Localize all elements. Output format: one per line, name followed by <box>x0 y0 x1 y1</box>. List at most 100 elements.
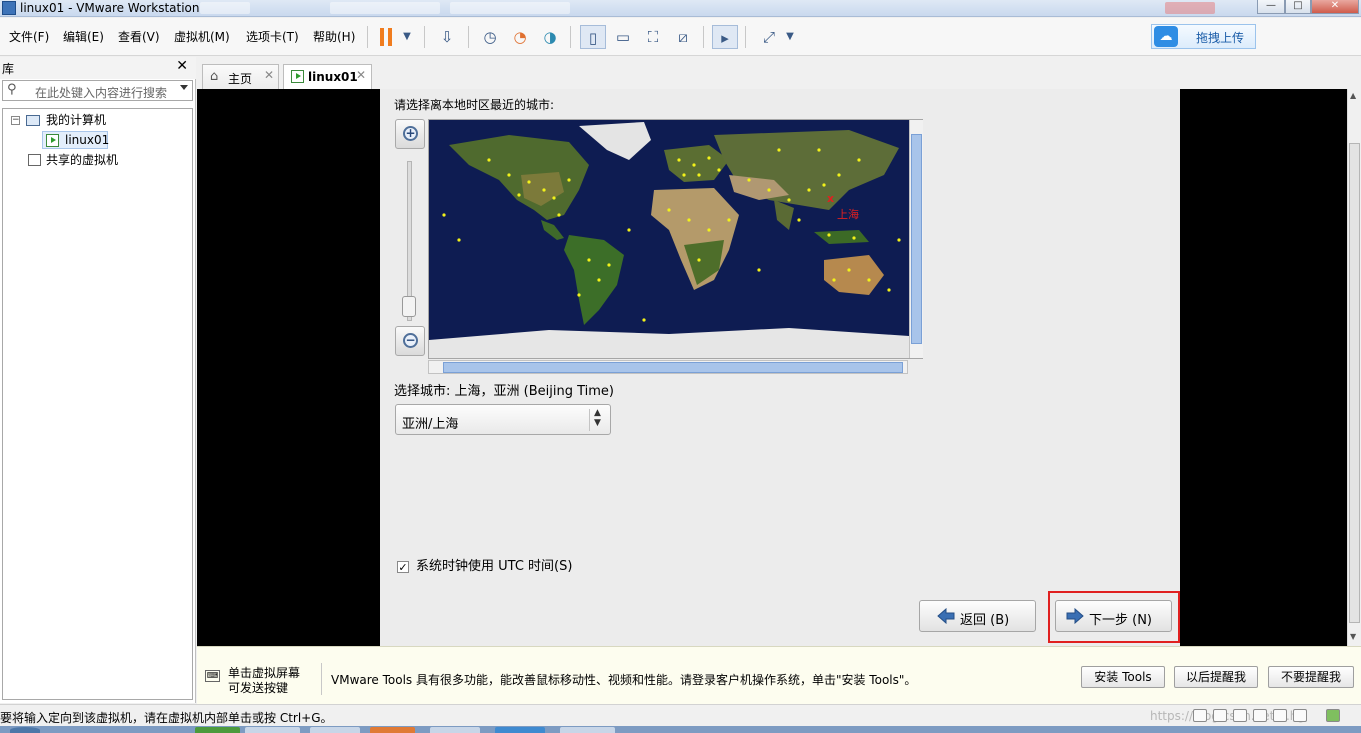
vm-vscroll-thumb[interactable] <box>1349 143 1360 623</box>
taskbar-app[interactable] <box>310 727 360 733</box>
back-button[interactable]: 返回 (B) <box>919 600 1036 632</box>
map-horizontal-scrollbar[interactable] <box>428 360 908 374</box>
menu-tabs[interactable]: 选项卡(T) <box>246 28 299 45</box>
search-dropdown-icon[interactable] <box>180 85 188 90</box>
network-icon[interactable] <box>1233 709 1247 722</box>
taskbar-app[interactable] <box>430 727 480 733</box>
map-vscroll-thumb[interactable] <box>911 134 922 344</box>
send-ctrl-alt-del-icon[interactable]: ⇩ <box>434 25 460 49</box>
taskbar-app[interactable] <box>560 727 615 733</box>
combo-separator <box>589 409 590 431</box>
cdrom-icon[interactable] <box>1213 709 1227 722</box>
background-tab-ghost <box>200 2 250 14</box>
library-header: 库 ✕ <box>0 57 196 79</box>
vmware-tools-hint-bar: ⌨ 单击虚拟屏幕 可发送按键 VMware Tools 具有很多功能，能改善鼠标… <box>197 646 1361 704</box>
menu-file[interactable]: 文件(F) <box>9 28 49 45</box>
minimize-button[interactable]: — <box>1257 0 1285 14</box>
zoom-out-button[interactable]: − <box>395 326 425 356</box>
map-vertical-scrollbar[interactable] <box>909 120 923 358</box>
zoom-in-button[interactable]: + <box>395 119 425 149</box>
library-title: 库 <box>2 62 15 76</box>
background-tab-ghost <box>450 2 570 14</box>
map-zoom-controls: + − <box>394 119 426 359</box>
menu-help[interactable]: 帮助(H) <box>313 28 355 45</box>
remind-later-button[interactable]: 以后提醒我 <box>1174 666 1258 688</box>
toolbar-separator <box>703 26 704 48</box>
arrow-left-icon <box>937 608 955 624</box>
tree-item-shared-vms[interactable]: 共享的虚拟机 <box>46 152 118 168</box>
utc-checkbox[interactable]: ✓ 系统时钟使用 UTC 时间(S) <box>397 555 572 574</box>
scroll-down-icon[interactable]: ▼ <box>1350 632 1356 641</box>
tree-item-linux01[interactable]: linux01 <box>65 132 109 148</box>
os-taskbar <box>0 726 1361 733</box>
library-close-button[interactable]: ✕ <box>176 58 188 74</box>
world-map[interactable]: x 上海 <box>428 119 923 359</box>
shared-vms-icon <box>28 154 41 166</box>
vm-display[interactable]: 请选择离本地时区最近的城市: + − x 上海 选择城市: 上海，亚洲 (Bei… <box>197 89 1347 646</box>
tab-linux01[interactable]: linux01 ✕ <box>283 64 372 90</box>
upload-label: 拖拽上传 <box>1196 31 1245 45</box>
utc-label: 系统时钟使用 UTC 时间(S) <box>416 559 573 574</box>
upload-button[interactable]: ☁ 拖拽上传 <box>1151 24 1256 49</box>
status-text: 要将输入定向到该虚拟机，请在虚拟机内部单击或按 Ctrl+G。 <box>0 711 333 725</box>
tab-home-label: 主页 <box>228 72 253 86</box>
unity-icon[interactable]: ⧄ <box>670 25 696 49</box>
installer-screen[interactable]: 请选择离本地时区最近的城市: + − x 上海 选择城市: 上海，亚洲 (Bei… <box>380 89 1180 646</box>
timezone-value: 亚洲/上海 <box>402 417 459 432</box>
never-remind-button[interactable]: 不要提醒我 <box>1268 666 1354 688</box>
pause-dropdown-icon[interactable]: ▼ <box>398 25 416 49</box>
tools-message: VMware Tools 具有很多功能，能改善鼠标移动性、视频和性能。请登录客户… <box>331 673 917 687</box>
pause-icon[interactable] <box>380 28 392 46</box>
checkbox-checked-icon[interactable]: ✓ <box>397 561 409 573</box>
snapshot-icon[interactable]: ◷ <box>477 25 503 49</box>
vm-icon <box>46 134 59 147</box>
start-button-icon[interactable] <box>10 727 40 733</box>
taskbar-app[interactable] <box>370 727 415 733</box>
collapse-toggle-icon[interactable]: − <box>11 116 20 125</box>
console-view-icon[interactable]: ▸ <box>712 25 738 49</box>
taskbar-app[interactable] <box>245 727 300 733</box>
show-library-icon[interactable]: ▯ <box>580 25 606 49</box>
stretch-guest-icon[interactable]: ⤢ <box>756 25 782 49</box>
display-icon[interactable] <box>1326 709 1340 722</box>
menu-view[interactable]: 查看(V) <box>118 28 160 45</box>
vmware-app-icon <box>2 1 16 15</box>
printer-icon[interactable] <box>1293 709 1307 722</box>
tab-home[interactable]: ⌂ 主页 ✕ <box>202 64 279 89</box>
map-hscroll-thumb[interactable] <box>443 362 903 373</box>
install-tools-button[interactable]: 安装 Tools <box>1081 666 1165 688</box>
highlight-annotation <box>1048 591 1180 643</box>
taskbar-app[interactable] <box>495 727 545 733</box>
tab-linux01-label: linux01 <box>308 70 358 84</box>
computer-icon <box>26 115 40 126</box>
tab-home-close-icon[interactable]: ✕ <box>264 68 274 82</box>
revert-snapshot-icon[interactable]: ◔ <box>507 25 533 49</box>
thumbnail-bar-icon[interactable]: ▭ <box>610 25 636 49</box>
scroll-up-icon[interactable]: ▲ <box>1350 91 1356 100</box>
menu-vm[interactable]: 虚拟机(M) <box>174 28 230 45</box>
vm-vertical-scrollbar[interactable]: ▲ ▼ <box>1347 89 1361 646</box>
full-screen-icon[interactable]: ⛶ <box>640 25 666 49</box>
snapshot-manager-icon[interactable]: ◑ <box>537 25 563 49</box>
sound-icon[interactable] <box>1273 709 1287 722</box>
stretch-dropdown-icon[interactable]: ▼ <box>782 25 798 49</box>
menu-edit[interactable]: 编辑(E) <box>63 28 104 45</box>
home-icon: ⌂ <box>210 69 219 84</box>
taskbar-app[interactable] <box>195 727 240 733</box>
cloud-icon: ☁ <box>1154 26 1178 47</box>
close-button[interactable]: ✕ <box>1311 0 1359 14</box>
tab-linux01-close-icon[interactable]: ✕ <box>356 68 366 82</box>
maximize-button[interactable]: □ <box>1285 0 1311 14</box>
zoom-out-icon: − <box>403 333 418 348</box>
tree-item-my-computer[interactable]: 我的计算机 <box>46 112 106 128</box>
hdd-icon[interactable] <box>1193 709 1207 722</box>
zoom-slider-thumb[interactable] <box>402 296 416 317</box>
tab-strip: ⌂ 主页 ✕ linux01 ✕ <box>197 57 1361 90</box>
world-map-image[interactable]: x 上海 <box>429 120 909 358</box>
updown-icon: ▲ ▼ <box>594 408 601 428</box>
library-search-input[interactable]: ⚲ 在此处键入内容进行搜索 <box>2 80 193 101</box>
svg-text:x: x <box>827 192 834 205</box>
usb-icon[interactable] <box>1253 709 1267 722</box>
library-tree: − 我的计算机 linux01 共享的虚拟机 <box>2 108 193 700</box>
timezone-select[interactable]: 亚洲/上海 ▲ ▼ <box>395 404 611 435</box>
